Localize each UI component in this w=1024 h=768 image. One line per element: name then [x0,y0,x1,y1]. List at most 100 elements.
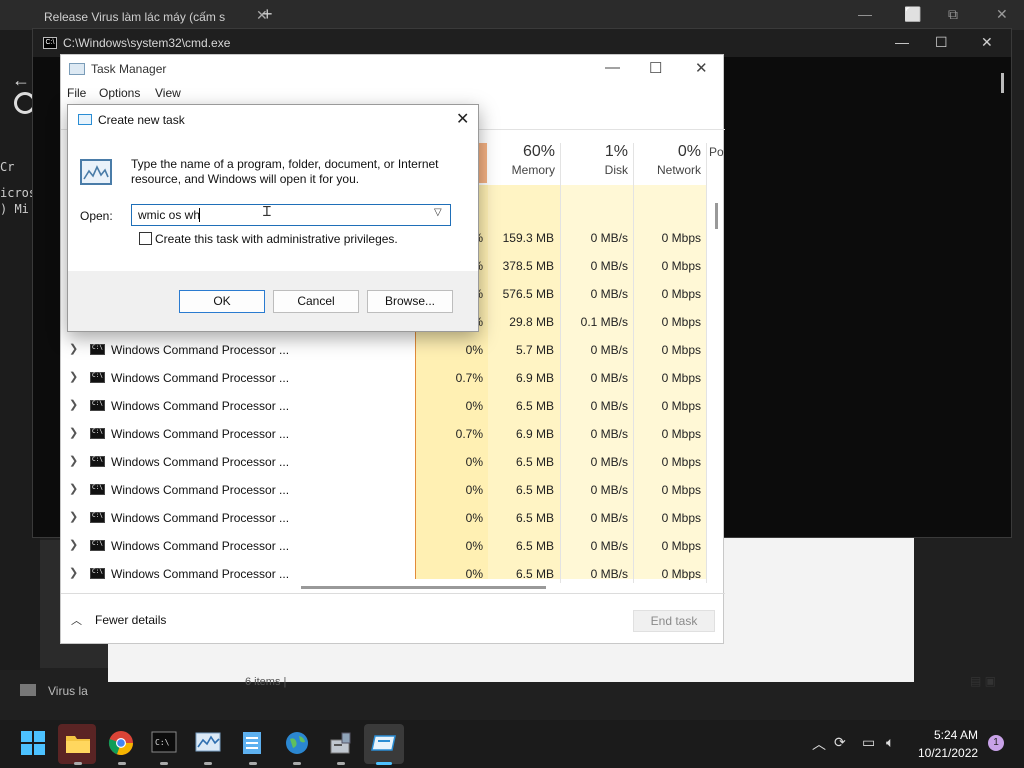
chevron-up-icon[interactable]: ︿ [812,734,826,754]
dialog-body [68,135,478,271]
process-name: Windows Command Processor ... [111,399,290,413]
cpu-value: 0.7% [455,371,483,385]
open-combobox[interactable]: wmic os wh ▽ [131,204,451,226]
expand-chevron-icon[interactable]: ❯ [69,566,78,579]
cmd-scrollbar[interactable] [1001,73,1004,93]
column-header-power[interactable]: Po [709,143,725,159]
cmd-process-icon [90,540,105,551]
cancel-button[interactable]: Cancel [273,290,359,313]
process-name: Windows Command Processor ... [111,483,290,497]
cmd-minimize-button[interactable]: — [895,34,909,50]
browser-maximize-button[interactable]: ⬜ [904,6,921,23]
back-arrow-icon[interactable]: ← [12,70,30,91]
background-text: Cr [0,160,15,174]
menu-file[interactable]: File [67,86,86,100]
expand-chevron-icon[interactable]: ❯ [69,398,78,411]
table-row[interactable]: ❯ Windows Command Processor ... 0% 6.5 M… [61,532,706,560]
view-toggle-icon[interactable]: ▤ ▣ [970,674,996,688]
end-task-button[interactable]: End task [633,610,715,632]
installer-icon[interactable] [328,730,356,758]
cmd-process-icon [90,512,105,523]
menu-view[interactable]: View [155,86,181,100]
browser-close-button[interactable]: ✕ [996,6,1008,23]
table-row[interactable]: ❯ Windows Command Processor ... 0% 6.5 M… [61,560,706,580]
clock-time[interactable]: 5:24 AM [932,728,978,742]
file-explorer-icon[interactable] [64,730,92,758]
admin-privileges-label[interactable]: Create this task with administrative pri… [155,232,398,246]
table-row[interactable]: ❯ Windows Command Processor ... 0% 6.5 M… [61,392,706,420]
display-icon[interactable]: ▭ [862,734,875,751]
admin-privileges-checkbox[interactable] [139,232,152,245]
sync-icon[interactable]: ⟳ [834,734,846,751]
notification-badge[interactable]: 1 [988,735,1004,751]
network-label: Network [656,163,701,177]
process-name: Windows Command Processor ... [111,511,290,525]
expand-chevron-icon[interactable]: ❯ [69,510,78,523]
task-manager-icon[interactable] [195,730,223,758]
cmd-title: C:\Windows\system32\cmd.exe [63,36,231,50]
open-input[interactable]: wmic os wh [138,208,200,222]
terminal-icon[interactable]: C:\ [151,730,179,758]
network-value: 0 Mbps [661,567,701,580]
dialog-close-button[interactable]: ✕ [456,109,469,129]
ibeam-cursor-icon: Ɪ [263,203,271,219]
table-row[interactable]: ❯ Windows Command Processor ... 0% 6.5 M… [61,448,706,476]
disk-value: 0 MB/s [590,287,628,301]
table-row[interactable]: ❯ Windows Command Processor ... 0.7% 6.9… [61,420,706,448]
new-tab-button[interactable]: + [262,4,273,25]
column-header-network[interactable]: 0% Network [635,143,701,177]
chevron-up-icon[interactable]: ︿ [71,612,82,628]
table-row[interactable]: ❯ Windows Command Processor ... 0.7% 6.9… [61,364,706,392]
run-icon [78,114,92,125]
browse-button[interactable]: Browse... [367,290,453,313]
running-indicator [249,762,257,765]
expand-chevron-icon[interactable]: ❯ [69,342,78,355]
running-indicator [337,762,345,765]
chrome-icon[interactable] [108,730,136,758]
tm-maximize-button[interactable]: ☐ [649,59,662,77]
memory-value: 5.7 MB [515,343,554,357]
clock-date[interactable]: 10/21/2022 [918,746,978,760]
browser-restore-button[interactable]: ⧉ [948,6,958,23]
tm-close-button[interactable]: ✕ [695,59,708,77]
memory-value: 6.5 MB [515,399,554,413]
menu-options[interactable]: Options [99,86,140,100]
disk-percent: 1% [604,143,628,160]
task-manager-title: Task Manager [91,62,167,76]
expand-chevron-icon[interactable]: ❯ [69,538,78,551]
disk-value: 0 MB/s [590,483,628,497]
expand-chevron-icon[interactable]: ❯ [69,426,78,439]
vertical-scrollbar[interactable] [715,203,718,229]
expand-chevron-icon[interactable]: ❯ [69,370,78,383]
network-value: 0 Mbps [661,315,701,329]
ok-button[interactable]: OK [179,290,265,313]
cmd-titlebar[interactable]: C:\ C:\Windows\system32\cmd.exe — ☐ ✕ [33,29,1011,57]
tm-minimize-button[interactable]: — [605,59,620,76]
cmd-maximize-button[interactable]: ☐ [935,34,948,51]
expand-chevron-icon[interactable]: ❯ [69,454,78,467]
column-separator [706,143,707,583]
dialog-titlebar[interactable]: Create new task ✕ [68,105,478,135]
cmd-close-button[interactable]: ✕ [981,34,993,51]
process-name: Windows Command Processor ... [111,427,290,441]
table-row[interactable]: ❯ Windows Command Processor ... 0% 6.5 M… [61,504,706,532]
run-dialog-icon[interactable] [370,730,398,758]
column-header-disk[interactable]: 1% Disk [563,143,628,177]
globe-network-icon[interactable] [284,730,312,758]
notepad-icon[interactable] [240,730,268,758]
column-header-memory[interactable]: 60% Memory [491,143,555,177]
table-row[interactable]: ❯ Windows Command Processor ... 0% 6.5 M… [61,476,706,504]
windows-start-icon[interactable] [20,730,48,758]
cmd-process-icon [90,372,105,383]
table-row[interactable]: ❯ Windows Command Processor ... 0% 5.7 M… [61,336,706,364]
chevron-down-icon[interactable]: ▽ [434,207,442,218]
fewer-details-button[interactable]: Fewer details [95,613,166,627]
expand-chevron-icon[interactable]: ❯ [69,482,78,495]
running-indicator [160,762,168,765]
horizontal-scrollbar[interactable] [301,586,546,589]
memory-value: 6.5 MB [515,539,554,553]
browser-tab[interactable]: Release Virus làm lác máy (cấm s [34,4,254,30]
browser-minimize-button[interactable]: — [858,6,872,22]
disk-value: 0 MB/s [590,511,628,525]
volume-icon[interactable]: 🔈︎ [886,734,894,751]
